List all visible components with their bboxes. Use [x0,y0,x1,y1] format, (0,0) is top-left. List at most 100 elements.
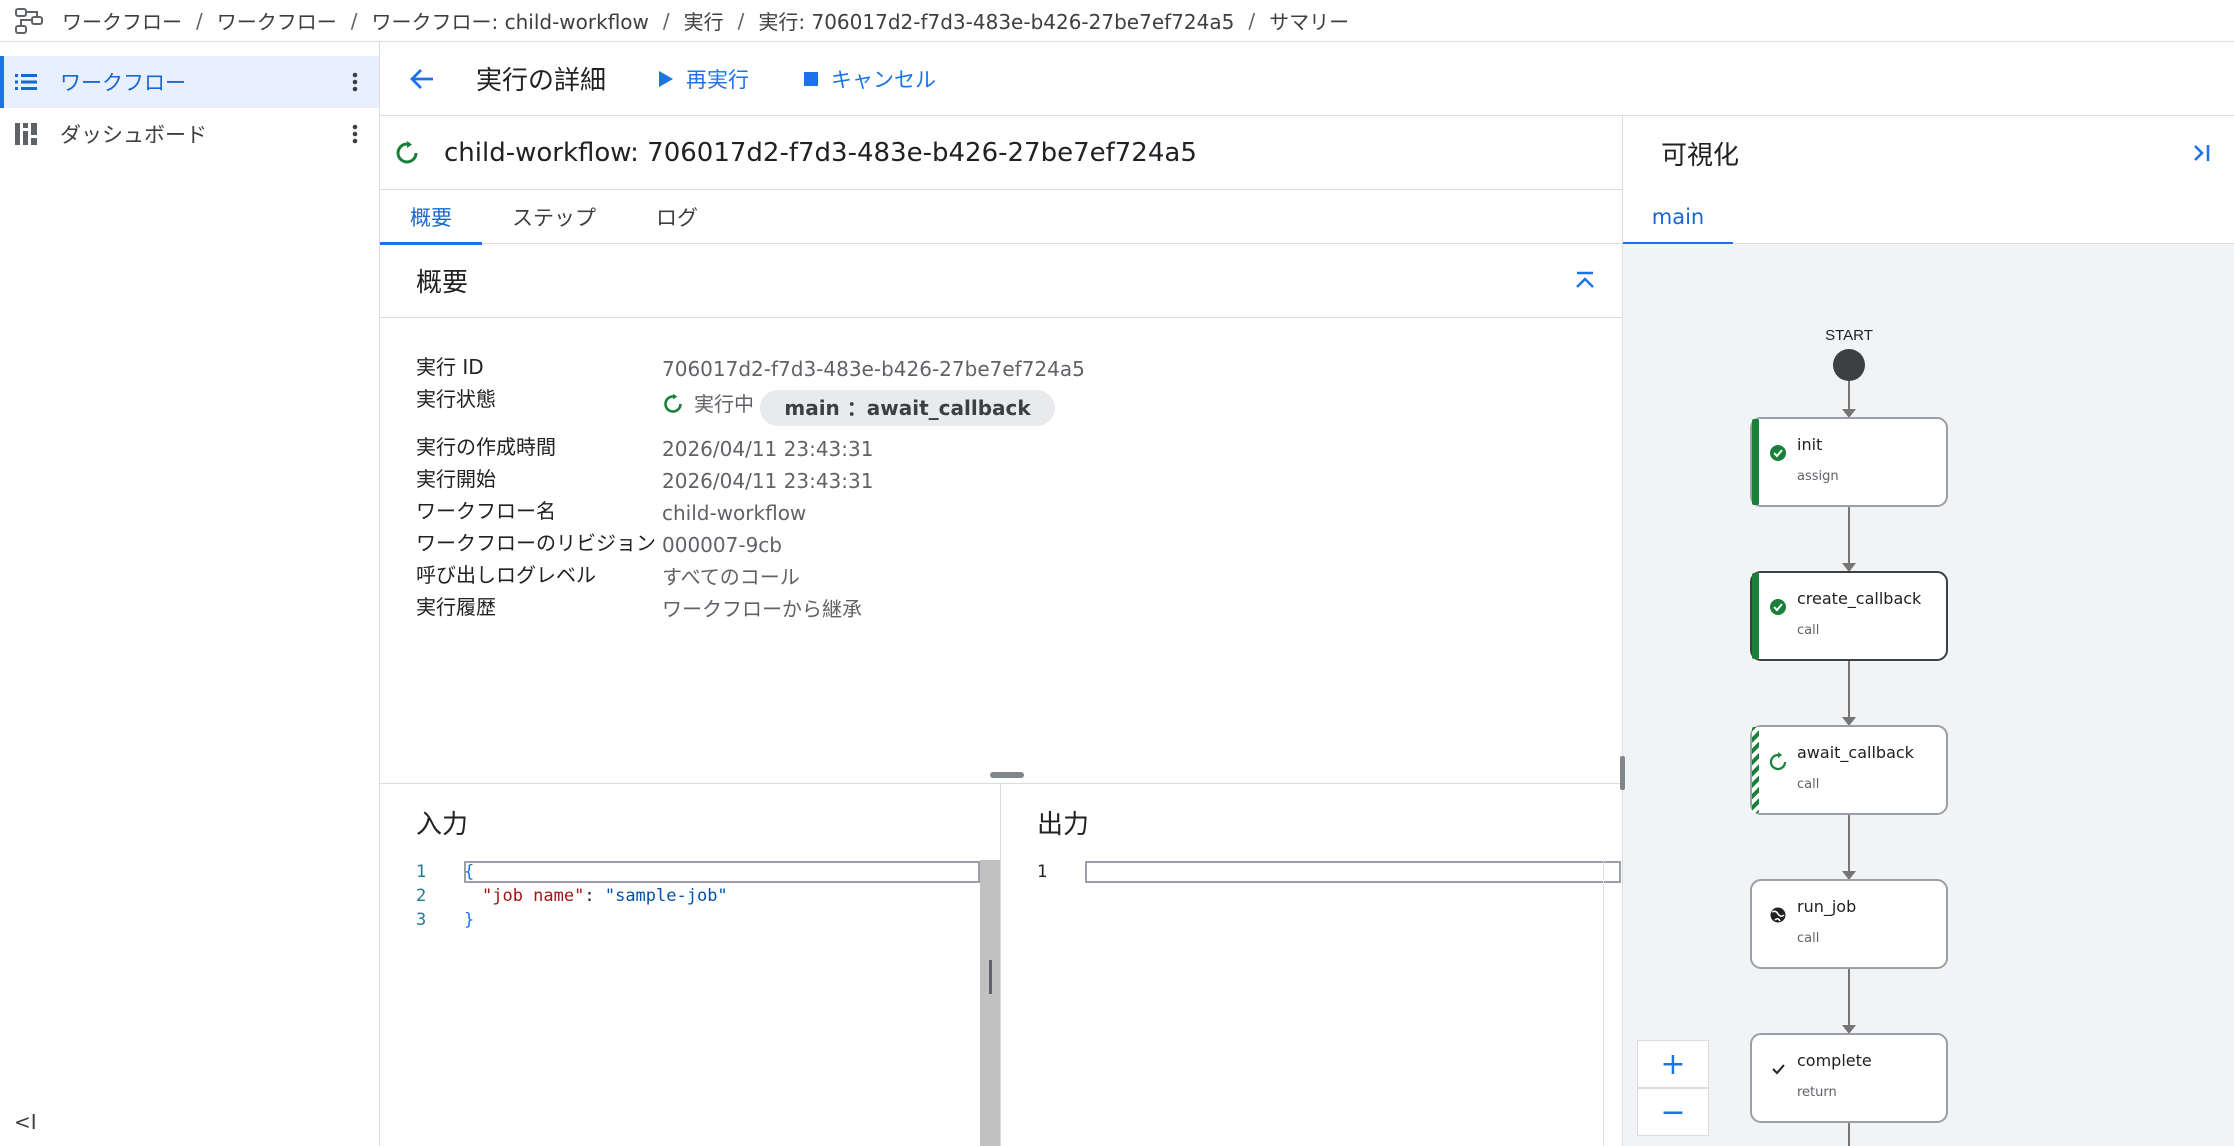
code-text: } [464,910,475,930]
page-header: 実行の詳細 再実行 キャンセル [380,42,2234,116]
status-running: 実行中 [662,389,754,419]
node-status-bar [1752,419,1759,505]
graph-node-await-callback[interactable]: await_callback call [1750,725,1948,815]
output-panel: 出力 1 [1001,783,1622,1146]
node-name: run_job [1797,897,1856,917]
tab-main[interactable]: main [1623,190,1733,245]
collapse-nav-button[interactable]: <I [14,1110,37,1134]
collapse-panel-icon[interactable] [2188,140,2214,166]
breadcrumb-executions[interactable]: 実行 [684,6,724,35]
tab-logs[interactable]: ログ [626,190,728,244]
current-line-highlight [1085,861,1621,883]
json-key: "job name" [482,886,585,906]
prop-label: 実行状態 [416,387,496,411]
current-line-highlight [464,861,980,883]
more-vert-icon[interactable] [343,70,367,94]
rerun-label: 再実行 [686,67,750,92]
graph-node-init[interactable]: init assign [1741,417,1948,507]
arrowhead [1842,717,1856,726]
play-icon [658,70,674,88]
sidebar-item-workflows[interactable]: ワークフロー [0,56,379,108]
output-title: 出力 [1037,809,1090,840]
workflow-graph: START init assign create_callback call a… [1741,327,1948,1146]
code-line: 3 } [380,908,1000,932]
editor-ruler [1603,860,1604,1146]
prop-label: 実行の作成時間 [416,435,556,459]
node-type: return [1797,1085,1837,1100]
graph-node-complete[interactable]: complete return [1750,1033,1948,1123]
node-box [1750,1033,1948,1123]
node-name: await_callback [1797,743,1915,763]
graph-node-run-job[interactable]: run_job call [1750,879,1948,969]
graph-canvas[interactable]: START init assign create_callback call a… [1620,244,2234,1146]
node-name: create_callback [1797,589,1922,609]
collapse-up-icon[interactable] [1572,269,1598,295]
sidebar-item-dashboard[interactable]: ダッシュボード [0,108,379,160]
more-vert-icon[interactable] [343,122,367,146]
breadcrumb-summary: サマリー [1269,10,1350,34]
execution-header: child-workflow: 706017d2-f7d3-483e-b426-… [380,116,1622,190]
breadcrumb: ワークフロー / ワークフロー / ワークフロー: child-workflow… [0,0,2234,42]
arrowhead [1842,1025,1856,1034]
node-type: call [1797,777,1819,792]
input-panel: 入力 1 { 2 "job name": "sample-job" 3 } [380,783,1001,1146]
line-number: 2 [416,886,427,906]
start-node [1833,349,1865,381]
prop-label: ワークフローのリビジョン [416,531,656,555]
tab-summary[interactable]: 概要 [380,190,482,245]
stop-icon [803,71,819,87]
node-type: call [1797,623,1819,638]
breadcrumb-separator: / [350,8,358,33]
panel-resize-handle[interactable] [990,772,1024,778]
back-arrow-icon[interactable] [402,59,442,99]
breadcrumb-workflows[interactable]: ワークフロー [217,6,337,35]
prop-status: 実行状態 実行中 main ：await_callback [416,384,1596,432]
node-type: assign [1797,469,1839,484]
zoom-in-button[interactable]: + [1637,1040,1709,1088]
output-code-editor[interactable]: 1 [1001,860,1622,1146]
arrowhead [1842,563,1856,572]
breadcrumb-workflows-root[interactable]: ワークフロー [62,6,182,35]
node-box [1750,417,1948,507]
breadcrumb-separator: / [1248,8,1256,33]
visualization-header: 可視化 [1623,116,2234,190]
prop-value: 000007-9cb [662,533,782,557]
prop-value: child-workflow [662,501,807,525]
zoom-out-button[interactable]: − [1637,1088,1709,1136]
scrollbar-thumb[interactable] [989,960,992,994]
summary-heading: 概要 [416,268,469,298]
breadcrumb-separator: / [737,8,745,33]
code-line: 1 { [380,860,1000,884]
code-line: 1 [1001,860,1622,884]
status-value-group: 実行中 main ：await_callback [662,386,1055,432]
prop-execution-id: 実行 ID 706017d2-f7d3-483e-b426-27be7ef724… [416,352,1596,384]
breadcrumb-workflow-child[interactable]: ワークフロー: child-workflow [372,6,649,35]
prop-value: 2026/04/11 23:43:31 [662,437,874,461]
prop-revision: ワークフローのリビジョン 000007-9cb [416,528,1596,560]
node-box [1750,879,1948,969]
left-nav: ワークフロー ダッシュボード <I [0,42,380,1146]
prop-value: すべてのコール [662,565,800,589]
cancel-button[interactable]: キャンセル [803,64,936,94]
code-text: { [464,862,475,882]
prop-label: 実行開始 [416,467,496,491]
prop-created: 実行の作成時間 2026/04/11 23:43:31 [416,432,1596,464]
node-status-bar [1752,573,1759,659]
summary-properties: 実行 ID 706017d2-f7d3-483e-b426-27be7ef724… [416,352,1596,624]
tab-steps[interactable]: ステップ [482,190,626,244]
input-code-editor[interactable]: 1 { 2 "job name": "sample-job" 3 } [380,860,1000,1146]
node-type: call [1797,931,1819,946]
breadcrumb-execution-id[interactable]: 実行: 706017d2-f7d3-483e-b426-27be7ef724a5 [758,6,1234,35]
dashboard-icon [14,122,38,146]
node-box [1750,571,1948,661]
prop-log-level: 呼び出しログレベル すべてのコール [416,560,1596,592]
node-name: init [1797,435,1822,454]
visualization-panel: 可視化 main START init assign create_callba… [1620,116,2234,1146]
running-status-icon [394,140,420,166]
start-label: START [1825,327,1873,344]
current-step-chip: main ：await_callback [760,390,1055,426]
input-scrollbar[interactable] [980,860,1000,1146]
rerun-button[interactable]: 再実行 [658,64,749,94]
graph-node-create-callback[interactable]: create_callback call [1750,571,1948,661]
node-status-bar-running [1752,727,1759,813]
